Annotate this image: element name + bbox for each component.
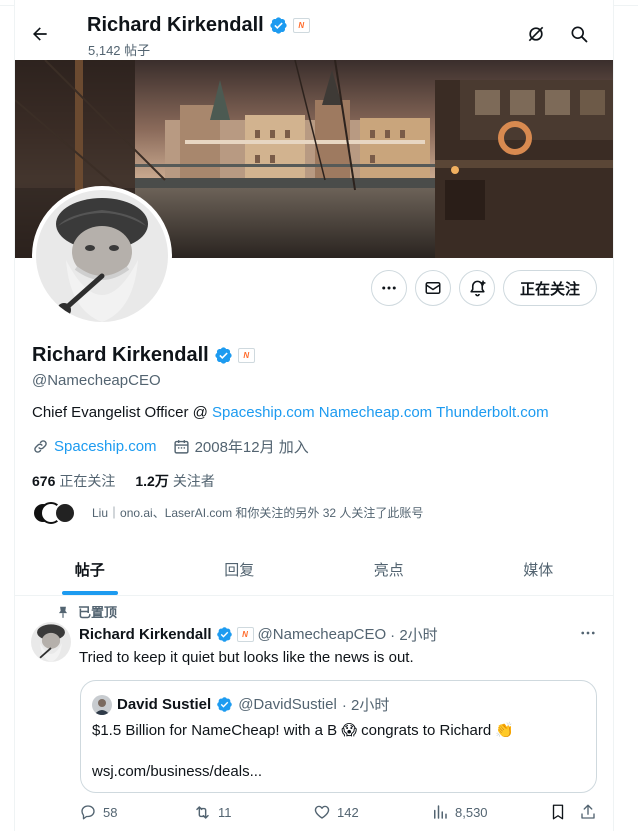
active-tab-indicator	[61, 591, 118, 595]
followed-by-text: Liu｜ono.ai、LaserAI.com 和你关注的另外 32 人关注了此账…	[92, 505, 424, 520]
bookmark-button[interactable]	[549, 803, 567, 821]
profile-name: Richard Kirkendall N	[32, 344, 255, 367]
tab-media[interactable]: 媒体	[464, 544, 614, 595]
quoted-tweet-text: $1.5 Billion for NameCheap! with a B 😱 c…	[92, 722, 515, 739]
affiliate-badge[interactable]: N	[236, 627, 254, 642]
tweet-author-name[interactable]: Richard Kirkendall	[79, 626, 212, 643]
views-button[interactable]: 8,530	[431, 803, 488, 821]
header-name-text: Richard Kirkendall	[87, 14, 264, 36]
tab-highlights[interactable]: 亮点	[314, 544, 464, 595]
more-options-button[interactable]	[371, 270, 407, 306]
grok-icon	[528, 26, 544, 42]
bio-link-thunderbolt[interactable]: Thunderbolt.com	[436, 404, 549, 421]
followed-by[interactable]: Liu｜ono.ai、LaserAI.com 和你关注的另外 32 人关注了此账…	[32, 498, 423, 526]
bio-link-namecheap[interactable]: Namecheap.com	[319, 404, 432, 421]
verified-badge-icon	[270, 17, 287, 34]
quoted-author-handle: @DavidSustiel	[238, 696, 337, 713]
like-button[interactable]: 142	[313, 803, 359, 821]
joined-date: 2008年12月 加入	[194, 439, 309, 456]
tweet-header: Richard Kirkendall N @NamecheapCEO · 2小时	[79, 624, 438, 645]
quoted-tweet[interactable]: David Sustiel @DavidSustiel · 2小时 $1.5 B…	[80, 680, 597, 793]
heart-icon	[314, 805, 330, 819]
profile-name-text: Richard Kirkendall	[32, 344, 209, 366]
affiliate-badge[interactable]: N	[237, 348, 255, 363]
search-button[interactable]	[567, 22, 591, 46]
grok-button[interactable]	[524, 22, 548, 46]
search-icon	[571, 26, 588, 43]
tab-replies[interactable]: 回复	[165, 544, 315, 595]
profile-joined: 2008年12月 加入	[173, 436, 309, 457]
more-icon	[382, 286, 396, 290]
reply-icon	[81, 805, 95, 820]
scream-emoji-icon: 😱	[341, 722, 357, 739]
follower-avatar	[54, 502, 76, 524]
notifications-button[interactable]	[459, 270, 495, 306]
following-stat[interactable]: 676 正在关注	[32, 471, 115, 491]
bell-plus-icon	[469, 280, 485, 296]
bio-link-spaceship[interactable]: Spaceship.com	[212, 404, 315, 421]
pin-icon	[58, 606, 68, 618]
more-icon	[581, 631, 595, 635]
header-name: Richard Kirkendall N	[87, 14, 310, 37]
profile-tabs: 帖子 回复 亮点 媒体	[15, 544, 613, 596]
link-icon	[34, 440, 47, 453]
header-post-count: 5,142 帖子	[88, 43, 151, 58]
message-button[interactable]	[415, 270, 451, 306]
profile-stats: 676 正在关注 1.2万 关注者	[32, 471, 215, 491]
bookmark-icon	[552, 804, 564, 820]
following-button[interactable]: 正在关注	[503, 270, 597, 306]
quoted-author-name: David Sustiel	[117, 696, 212, 713]
tweet-actions: 58 11 142 8,530	[79, 803, 599, 827]
profile-header-bar: Richard Kirkendall N 5,142 帖子	[15, 8, 613, 60]
profile-website: Spaceship.com	[32, 438, 157, 455]
quoted-tweet-time: · 2小时	[341, 697, 390, 714]
tab-posts[interactable]: 帖子	[15, 544, 165, 595]
tweet-text: Tried to keep it quiet but looks like th…	[79, 649, 414, 666]
bio-text: Chief Evangelist Officer @	[32, 404, 213, 421]
clap-emoji-icon: 👏	[495, 722, 515, 739]
envelope-icon	[425, 282, 441, 294]
avatar-image	[31, 622, 71, 662]
bar-chart-icon	[434, 805, 447, 819]
pinned-label: 已置顶	[56, 602, 117, 621]
tweet-time[interactable]: · 2小时	[390, 624, 438, 645]
verified-badge-icon	[217, 697, 232, 712]
retweet-button[interactable]: 11	[193, 803, 232, 822]
verified-badge-icon	[216, 627, 232, 642]
retweet-icon	[196, 806, 209, 819]
avatar-image	[36, 190, 168, 322]
reply-button[interactable]: 58	[79, 803, 117, 821]
back-button[interactable]	[27, 21, 53, 47]
tweet-author-avatar[interactable]	[31, 622, 71, 662]
followers-stat[interactable]: 1.2万 关注者	[135, 471, 214, 491]
tweet-more-button[interactable]	[577, 622, 599, 644]
quoted-tweet-header: David Sustiel @DavidSustiel · 2小时	[92, 694, 389, 715]
share-button[interactable]	[579, 803, 597, 821]
quoted-tweet-link[interactable]: wsj.com/business/deals...	[92, 763, 262, 780]
share-icon	[581, 804, 595, 819]
profile-bio: Chief Evangelist Officer @ Spaceship.com…	[32, 404, 549, 421]
profile-avatar[interactable]	[32, 186, 172, 326]
back-arrow-icon	[33, 27, 47, 41]
quoted-author-avatar	[92, 694, 112, 715]
follower-avatars	[32, 500, 80, 524]
profile-meta: Spaceship.com 2008年12月 加入	[32, 436, 325, 457]
verified-badge-icon[interactable]	[214, 346, 233, 365]
tweet-author-handle[interactable]: @NamecheapCEO	[258, 626, 387, 643]
affiliate-badge[interactable]: N	[292, 18, 310, 33]
calendar-icon	[173, 440, 189, 454]
profile-handle: @NamecheapCEO	[32, 372, 161, 389]
website-link[interactable]: Spaceship.com	[54, 438, 157, 455]
